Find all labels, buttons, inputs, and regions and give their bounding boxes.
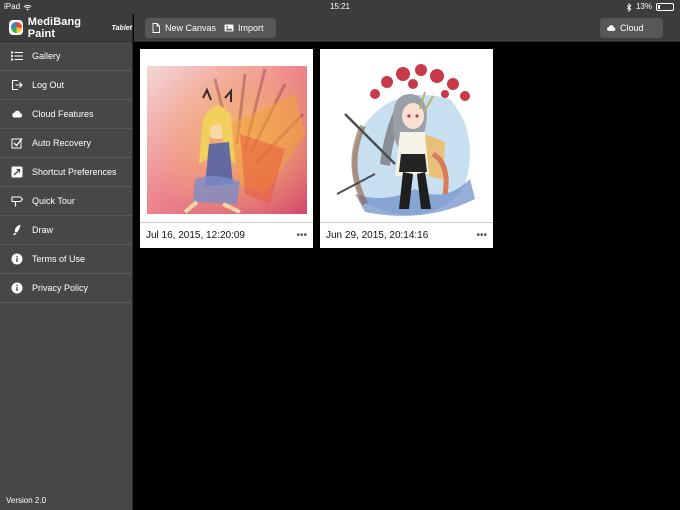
sidebar: MediBang Paint Tablet Gallery Log Out Cl… — [0, 14, 133, 510]
new-canvas-label: New Canvas — [165, 23, 217, 33]
sidebar-item-draw[interactable]: Draw — [0, 216, 132, 245]
sidebar-item-label: Quick Tour — [32, 196, 75, 206]
import-button[interactable]: Import — [218, 18, 276, 38]
signpost-icon — [10, 194, 24, 208]
sidebar-menu: Gallery Log Out Cloud Features Auto Reco… — [0, 42, 132, 303]
sidebar-item-label: Auto Recovery — [32, 138, 92, 148]
sidebar-item-cloud-features[interactable]: Cloud Features — [0, 100, 132, 129]
brand-name: MediBang Paint — [27, 15, 82, 40]
artwork-image — [145, 54, 308, 217]
sidebar-item-label: Terms of Use — [32, 254, 86, 264]
gallery-item-footer: Jul 16, 2015, 12:20:09 ••• — [140, 222, 313, 248]
battery-icon — [656, 3, 674, 11]
sidebar-item-label: Shortcut Preferences — [32, 167, 117, 177]
app-version: Version 2.0 — [6, 496, 47, 505]
artwork-image — [325, 54, 488, 217]
info-icon — [10, 281, 24, 295]
sidebar-item-gallery[interactable]: Gallery — [0, 42, 132, 71]
sidebar-item-label: Gallery — [32, 51, 61, 61]
sidebar-item-auto-recovery[interactable]: Auto Recovery — [0, 129, 132, 158]
sidebar-item-label: Draw — [32, 225, 54, 235]
gallery-item[interactable]: Jul 16, 2015, 12:20:09 ••• — [140, 49, 313, 248]
status-time: 15:21 — [329, 2, 351, 11]
cloud-button[interactable]: Cloud — [600, 18, 663, 38]
more-options-icon[interactable]: ••• — [296, 230, 307, 241]
new-canvas-button[interactable]: New Canvas — [145, 18, 223, 38]
logout-icon — [10, 78, 24, 92]
battery-percent: 13% — [635, 2, 652, 11]
sidebar-item-label: Cloud Features — [32, 109, 94, 119]
app-brand: MediBang Paint Tablet — [0, 14, 132, 42]
battery-fill — [658, 5, 660, 9]
gallery-item[interactable]: Jun 29, 2015, 20:14:16 ••• — [320, 49, 493, 248]
list-icon — [10, 49, 24, 63]
top-toolbar: New Canvas Import Cloud — [134, 14, 680, 42]
status-right: 13% — [626, 0, 674, 14]
artwork-date: Jul 16, 2015, 12:20:09 — [146, 230, 245, 241]
sidebar-item-terms-of-use[interactable]: Terms of Use — [0, 245, 132, 274]
more-options-icon[interactable]: ••• — [476, 230, 487, 241]
checkbox-icon — [10, 136, 24, 150]
sidebar-item-shortcut-preferences[interactable]: Shortcut Preferences — [0, 158, 132, 187]
info-icon — [10, 252, 24, 266]
artwork-thumbnail[interactable] — [145, 54, 308, 217]
gallery-item-footer: Jun 29, 2015, 20:14:16 ••• — [320, 222, 493, 248]
sidebar-item-label: Privacy Policy — [32, 283, 89, 293]
sidebar-item-log-out[interactable]: Log Out — [0, 71, 132, 100]
sidebar-item-privacy-policy[interactable]: Privacy Policy — [0, 274, 132, 303]
cloud-icon — [10, 107, 24, 121]
artwork-date: Jun 29, 2015, 20:14:16 — [326, 230, 429, 241]
medibang-logo-icon — [9, 20, 23, 35]
bluetooth-icon — [626, 2, 632, 12]
shortcut-icon — [10, 165, 24, 179]
brand-sub: Tablet — [111, 25, 132, 32]
sidebar-item-label: Log Out — [32, 80, 65, 90]
sidebar-item-quick-tour[interactable]: Quick Tour — [0, 187, 132, 216]
cloud-icon — [607, 25, 616, 31]
image-icon — [224, 24, 234, 32]
status-bar: iPad 15:21 13% — [0, 0, 680, 14]
brush-icon — [10, 223, 24, 237]
document-icon — [152, 23, 160, 33]
cloud-label: Cloud — [620, 23, 644, 33]
import-label: Import — [238, 23, 264, 33]
artwork-thumbnail[interactable] — [325, 54, 488, 217]
